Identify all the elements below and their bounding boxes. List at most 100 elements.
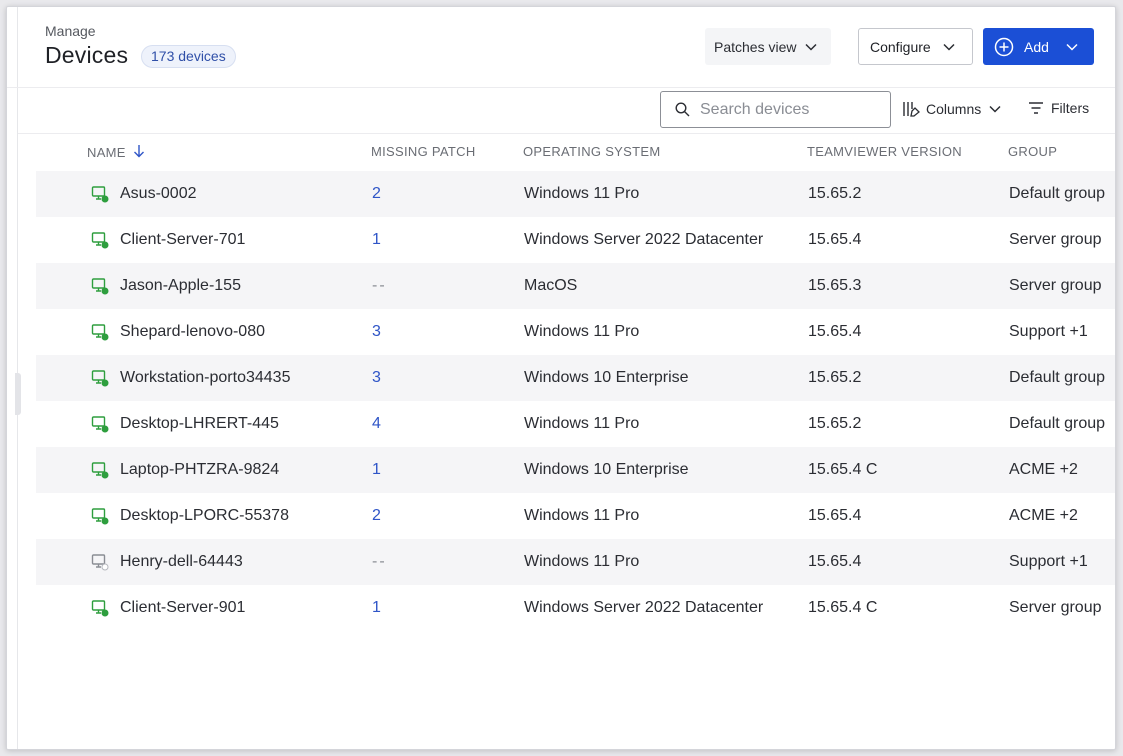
missing-patch-count[interactable]: 2 — [372, 493, 381, 539]
devices-table-body: Asus-0002 2 Windows 11 Pro 15.65.2 Default g… — [36, 171, 1115, 631]
group-name: Support +1 — [1009, 323, 1088, 340]
device-name[interactable]: Client-Server-701 — [120, 217, 245, 263]
monitor-online-icon — [91, 277, 109, 295]
missing-patch-count: -- — [372, 553, 387, 570]
add-button[interactable]: Add — [983, 28, 1094, 65]
column-header-teamviewer-version[interactable]: TEAMVIEWER VERSION — [807, 144, 962, 159]
column-header-label: NAME — [87, 145, 126, 160]
monitor-online-icon — [91, 231, 109, 249]
device-name[interactable]: Laptop-PHTZRA-9824 — [120, 447, 279, 493]
chevron-down-icon — [805, 43, 818, 51]
device-name[interactable]: Workstation-porto34435 — [120, 355, 290, 401]
operating-system: Windows Server 2022 Datacenter — [524, 599, 764, 616]
group-name: ACME +2 — [1009, 461, 1078, 478]
filters-label: Filters — [1051, 100, 1090, 116]
operating-system: Windows 11 Pro — [524, 553, 640, 570]
monitor-online-icon — [91, 507, 109, 525]
table-row[interactable]: Client-Server-701 1 Windows Server 2022 Da… — [36, 217, 1115, 263]
add-label: Add — [1024, 38, 1049, 55]
missing-patch-count[interactable]: 4 — [372, 401, 381, 447]
operating-system: Windows 11 Pro — [524, 415, 640, 432]
device-count-badge: 173 devices — [141, 45, 236, 68]
table-row[interactable]: Client-Server-901 1 Windows Server 2022 Da… — [36, 585, 1115, 631]
search-input[interactable] — [700, 100, 880, 119]
columns-label: Columns — [926, 101, 982, 117]
teamviewer-version: 15.65.2 — [808, 185, 862, 202]
group-name: Default group — [1009, 185, 1106, 202]
monitor-online-icon — [91, 461, 109, 479]
device-name[interactable]: Shepard-lenovo-080 — [120, 309, 265, 355]
column-header-group[interactable]: GROUP — [1008, 144, 1057, 159]
teamviewer-version: 15.65.2 — [808, 415, 862, 432]
table-row[interactable]: Desktop-LHRERT-445 4 Windows 11 Pro 15.65.2… — [36, 401, 1115, 447]
device-name[interactable]: Jason-Apple-155 — [120, 263, 241, 309]
group-name: Server group — [1009, 231, 1102, 248]
monitor-online-icon — [91, 185, 109, 203]
device-name[interactable]: Desktop-LPORC-55378 — [120, 493, 289, 539]
missing-patch-count[interactable]: 1 — [372, 447, 381, 493]
teamviewer-version: 15.65.3 — [808, 277, 862, 294]
chevron-down-icon — [943, 43, 955, 51]
operating-system: Windows 11 Pro — [524, 323, 640, 340]
teamviewer-version: 15.65.4 — [808, 323, 862, 340]
operating-system: MacOS — [524, 277, 578, 294]
group-name: Default group — [1009, 369, 1106, 386]
monitor-online-icon — [91, 323, 109, 341]
group-name: Server group — [1009, 277, 1102, 294]
table-row[interactable]: Asus-0002 2 Windows 11 Pro 15.65.2 Default g… — [36, 171, 1115, 217]
table-row[interactable]: Workstation-porto34435 3 Windows 10 Enterp… — [36, 355, 1115, 401]
configure-label: Configure — [870, 38, 931, 55]
table-toolbar: Columns Filters — [18, 88, 1115, 134]
teamviewer-version: 15.65.2 — [808, 369, 862, 386]
table-row[interactable]: Henry-dell-64443 -- Windows 11 Pro 15.65.4 S… — [36, 539, 1115, 585]
chevron-down-icon — [1066, 43, 1078, 51]
operating-system: Windows 11 Pro — [524, 185, 640, 202]
monitor-online-icon — [91, 369, 109, 387]
breadcrumb[interactable]: Manage — [45, 23, 96, 39]
page-title: Devices — [45, 42, 129, 68]
teamviewer-version: 15.65.4 — [808, 507, 862, 524]
missing-patch-count[interactable]: 1 — [372, 217, 381, 263]
plus-circle-icon — [994, 37, 1014, 57]
sidebar-resize-handle[interactable] — [15, 373, 21, 415]
monitor-online-icon — [91, 599, 109, 617]
patches-view-button[interactable]: Patches view — [705, 28, 831, 65]
configure-button[interactable]: Configure — [858, 28, 973, 65]
device-name[interactable]: Desktop-LHRERT-445 — [120, 401, 279, 447]
operating-system: Windows 10 Enterprise — [524, 369, 689, 386]
teamviewer-version: 15.65.4 C — [808, 599, 878, 616]
column-header-label: OPERATING SYSTEM — [523, 144, 661, 159]
missing-patch-count[interactable]: 3 — [372, 355, 381, 401]
arrow-down-icon[interactable] — [133, 144, 145, 161]
search-icon — [675, 102, 690, 117]
operating-system: Windows 11 Pro — [524, 507, 640, 524]
app-window: Manage Devices 173 devices Patches view … — [6, 6, 1116, 750]
group-name: Default group — [1009, 415, 1106, 432]
device-name[interactable]: Asus-0002 — [120, 171, 197, 217]
table-row[interactable]: Desktop-LPORC-55378 2 Windows 11 Pro 15.65.… — [36, 493, 1115, 539]
monitor-online-icon — [91, 415, 109, 433]
table-row[interactable]: Laptop-PHTZRA-9824 1 Windows 10 Enterprise… — [36, 447, 1115, 493]
table-row[interactable]: Jason-Apple-155 -- MacOS 15.65.3 Server grou… — [36, 263, 1115, 309]
missing-patch-count: -- — [372, 277, 387, 294]
missing-patch-count[interactable]: 3 — [372, 309, 381, 355]
teamviewer-version: 15.65.4 — [808, 553, 862, 570]
teamviewer-version: 15.65.4 — [808, 231, 862, 248]
column-header-operating-system[interactable]: OPERATING SYSTEM — [523, 144, 660, 159]
teamviewer-version: 15.65.4 C — [808, 461, 878, 478]
search-box[interactable] — [660, 91, 891, 128]
group-name: ACME +2 — [1009, 507, 1078, 524]
columns-button[interactable]: Columns — [902, 100, 1001, 118]
patches-view-label: Patches view — [714, 38, 797, 55]
column-header-label: TEAMVIEWER VERSION — [807, 144, 962, 159]
filters-button[interactable]: Filters — [1028, 100, 1089, 116]
table-row[interactable]: Shepard-lenovo-080 3 Windows 11 Pro 15.65.4… — [36, 309, 1115, 355]
missing-patch-count[interactable]: 1 — [372, 585, 381, 631]
chevron-down-icon — [989, 105, 1001, 113]
device-name[interactable]: Client-Server-901 — [120, 585, 245, 631]
monitor-offline-icon — [91, 553, 109, 571]
column-header-missing-patch[interactable]: MISSING PATCH — [371, 144, 476, 159]
missing-patch-count[interactable]: 2 — [372, 171, 381, 217]
column-header-name[interactable]: NAME — [87, 144, 145, 161]
device-name[interactable]: Henry-dell-64443 — [120, 539, 243, 585]
